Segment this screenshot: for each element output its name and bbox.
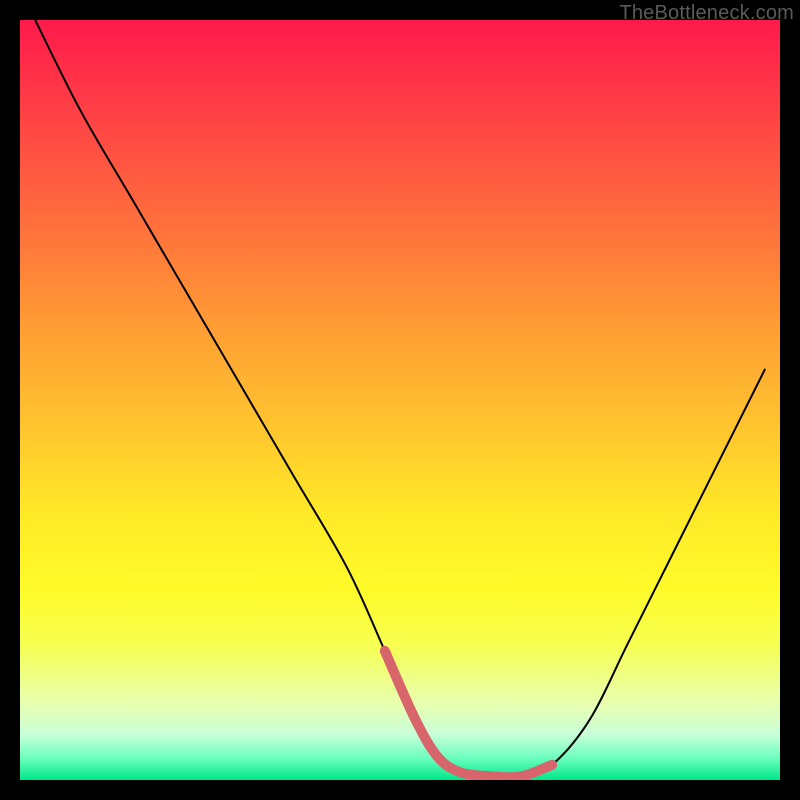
optimal-range-highlight [385,651,552,777]
bottleneck-curve-line [35,20,765,777]
chart-svg [20,20,780,780]
chart-container: TheBottleneck.com [0,0,800,800]
watermark-text: TheBottleneck.com [619,2,794,25]
plot-area [20,20,780,780]
